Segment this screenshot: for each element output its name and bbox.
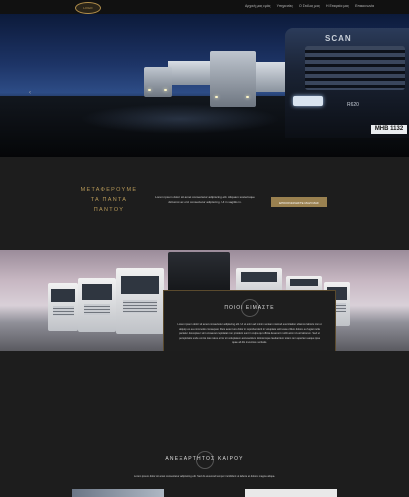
logo-text: LOGO [83, 6, 93, 10]
timely-title: ΑΝΕΞΑΡΤΗΤΟΣ ΚΑΙΡΟΥ [165, 456, 244, 462]
fleet-truck [116, 268, 164, 334]
tagline-line: ΜΕΤΑΦΕΡΟΥΜΕ [80, 187, 138, 193]
tagline-line: ΠΑΝΤΟΥ [93, 207, 125, 213]
company-logo[interactable]: LOGO [75, 2, 101, 14]
about-paragraph: Lorem ipsum dolor sit amet consectetur a… [177, 323, 322, 344]
timely-text: Lorem ipsum dolor sit amet consectetur a… [133, 475, 275, 478]
headlight [215, 96, 218, 98]
truck-model: R620 [347, 102, 359, 108]
tagline-line: ΤΑ ΠΑΝΤΑ [90, 197, 128, 203]
foreground-truck: SCAN R620 MHB 1132 [285, 28, 409, 138]
hero-slider: SCAN R620 MHB 1132 ‹ [0, 14, 409, 157]
headlight [164, 89, 167, 91]
gallery-thumbnail[interactable] [72, 489, 164, 497]
contact-cta-button[interactable]: ΕΠΙΚΟΙΝΩΝΗΣΤΕ ΜΑΖΙ ΜΑΣ [271, 197, 327, 207]
truck-trailer [168, 61, 212, 85]
gallery-thumbnail[interactable] [245, 489, 337, 497]
fleet-truck-dark [168, 252, 230, 292]
nav-contact[interactable]: Επικοινωνία [355, 4, 374, 8]
top-navbar: LOGO Αρχική μας εμάς Υπηρεσίες Ο Στόλος … [0, 0, 409, 14]
nav-fleet[interactable]: Ο Στόλος μας [299, 4, 320, 8]
headlight [293, 96, 323, 106]
headlight [246, 96, 249, 98]
intro-tagline: ΜΕΤΑΦΕΡΟΥΜΕ ΤΑ ΠΑΝΤΑ ΠΑΝΤΟΥ [76, 185, 142, 215]
truck-trailer [250, 62, 290, 92]
intro-text: Lorem ipsum dolor sit amet consectetur a… [155, 195, 255, 204]
truck-grille [305, 46, 405, 90]
nav-company[interactable]: Η Εταιρεία μας [326, 4, 349, 8]
nav-home[interactable]: Αρχική μας εμάς [245, 4, 271, 8]
about-title: ΠΟΙΟΙ ΕΙΜΑΣΤΕ [224, 305, 275, 311]
slider-prev-arrow[interactable]: ‹ [29, 90, 31, 96]
headlight [148, 89, 151, 91]
truck-brand: SCAN [325, 34, 352, 43]
fleet-truck [78, 278, 116, 332]
main-nav: Αρχική μας εμάς Υπηρεσίες Ο Στόλος μας Η… [245, 4, 374, 8]
nav-services[interactable]: Υπηρεσίες [277, 4, 293, 8]
truck-cab [210, 51, 256, 107]
truck-cab [144, 67, 172, 97]
fleet-truck [48, 283, 78, 331]
license-plate: MHB 1132 [371, 125, 407, 134]
road-reflection [80, 104, 280, 134]
timely-section: ΑΝΕΞΑΡΤΗΤΟΣ ΚΑΙΡΟΥ Lorem ipsum dolor sit… [0, 351, 409, 497]
intro-section: ΜΕΤΑΦΕΡΟΥΜΕ ΤΑ ΠΑΝΤΑ ΠΑΝΤΟΥ Lorem ipsum … [0, 157, 409, 250]
